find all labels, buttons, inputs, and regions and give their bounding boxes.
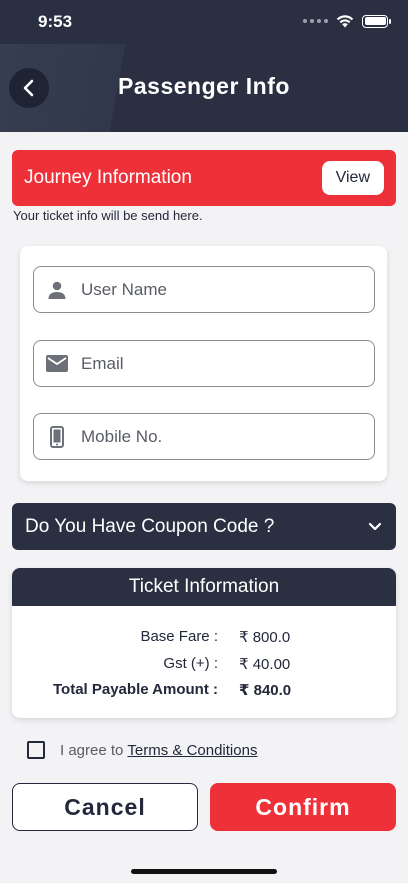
- base-fare-label: Base Fare :: [140, 628, 218, 645]
- agree-prefix: I agree to: [60, 741, 124, 759]
- email-input[interactable]: [81, 353, 351, 374]
- mobile-input[interactable]: [81, 426, 351, 447]
- terms-agreement: I agree to Terms & Conditions: [27, 741, 257, 759]
- terms-link[interactable]: Terms & Conditions: [127, 742, 257, 759]
- signal-dots-icon: [303, 19, 328, 23]
- battery-icon: [362, 14, 391, 28]
- coupon-code-label: Do You Have Coupon Code ?: [25, 515, 275, 537]
- confirm-button[interactable]: Confirm: [210, 783, 396, 831]
- terms-checkbox[interactable]: [27, 741, 45, 759]
- view-button[interactable]: View: [321, 161, 384, 195]
- email-field[interactable]: [33, 340, 375, 387]
- gst-value: ₹ 40.00: [239, 656, 291, 673]
- status-icons: [303, 14, 391, 28]
- username-field[interactable]: [33, 266, 375, 313]
- coupon-code-toggle[interactable]: Do You Have Coupon Code ?: [12, 503, 396, 550]
- username-input[interactable]: [81, 279, 351, 300]
- chevron-down-icon: [368, 522, 382, 530]
- wifi-icon: [336, 15, 354, 28]
- cancel-button[interactable]: Cancel: [12, 783, 198, 831]
- mobile-field[interactable]: [33, 413, 375, 460]
- journey-info-bar: Journey Information View: [12, 150, 396, 206]
- journey-info-title: Journey Information: [24, 167, 192, 188]
- page-title: Passenger Info: [118, 73, 290, 99]
- header: 9:53 Passenger Info: [0, 0, 408, 132]
- ticket-info-hint: Your ticket info will be send here.: [13, 208, 203, 223]
- home-indicator[interactable]: [131, 869, 277, 874]
- total-label: Total Payable Amount :: [52, 681, 218, 698]
- total-value: ₹ 840.0: [239, 682, 292, 699]
- ticket-info-card: Ticket Information Base Fare : ₹ 800.0 G…: [12, 568, 396, 718]
- gst-label: Gst (+) :: [163, 655, 218, 672]
- passenger-form-card: [20, 246, 387, 481]
- ticket-info-title: Ticket Information: [12, 568, 396, 606]
- base-fare-value: ₹ 800.0: [239, 629, 291, 646]
- phone-icon: [46, 425, 68, 448]
- status-time: 9:53: [38, 12, 73, 31]
- mail-icon: [46, 353, 68, 375]
- person-icon: [46, 279, 68, 301]
